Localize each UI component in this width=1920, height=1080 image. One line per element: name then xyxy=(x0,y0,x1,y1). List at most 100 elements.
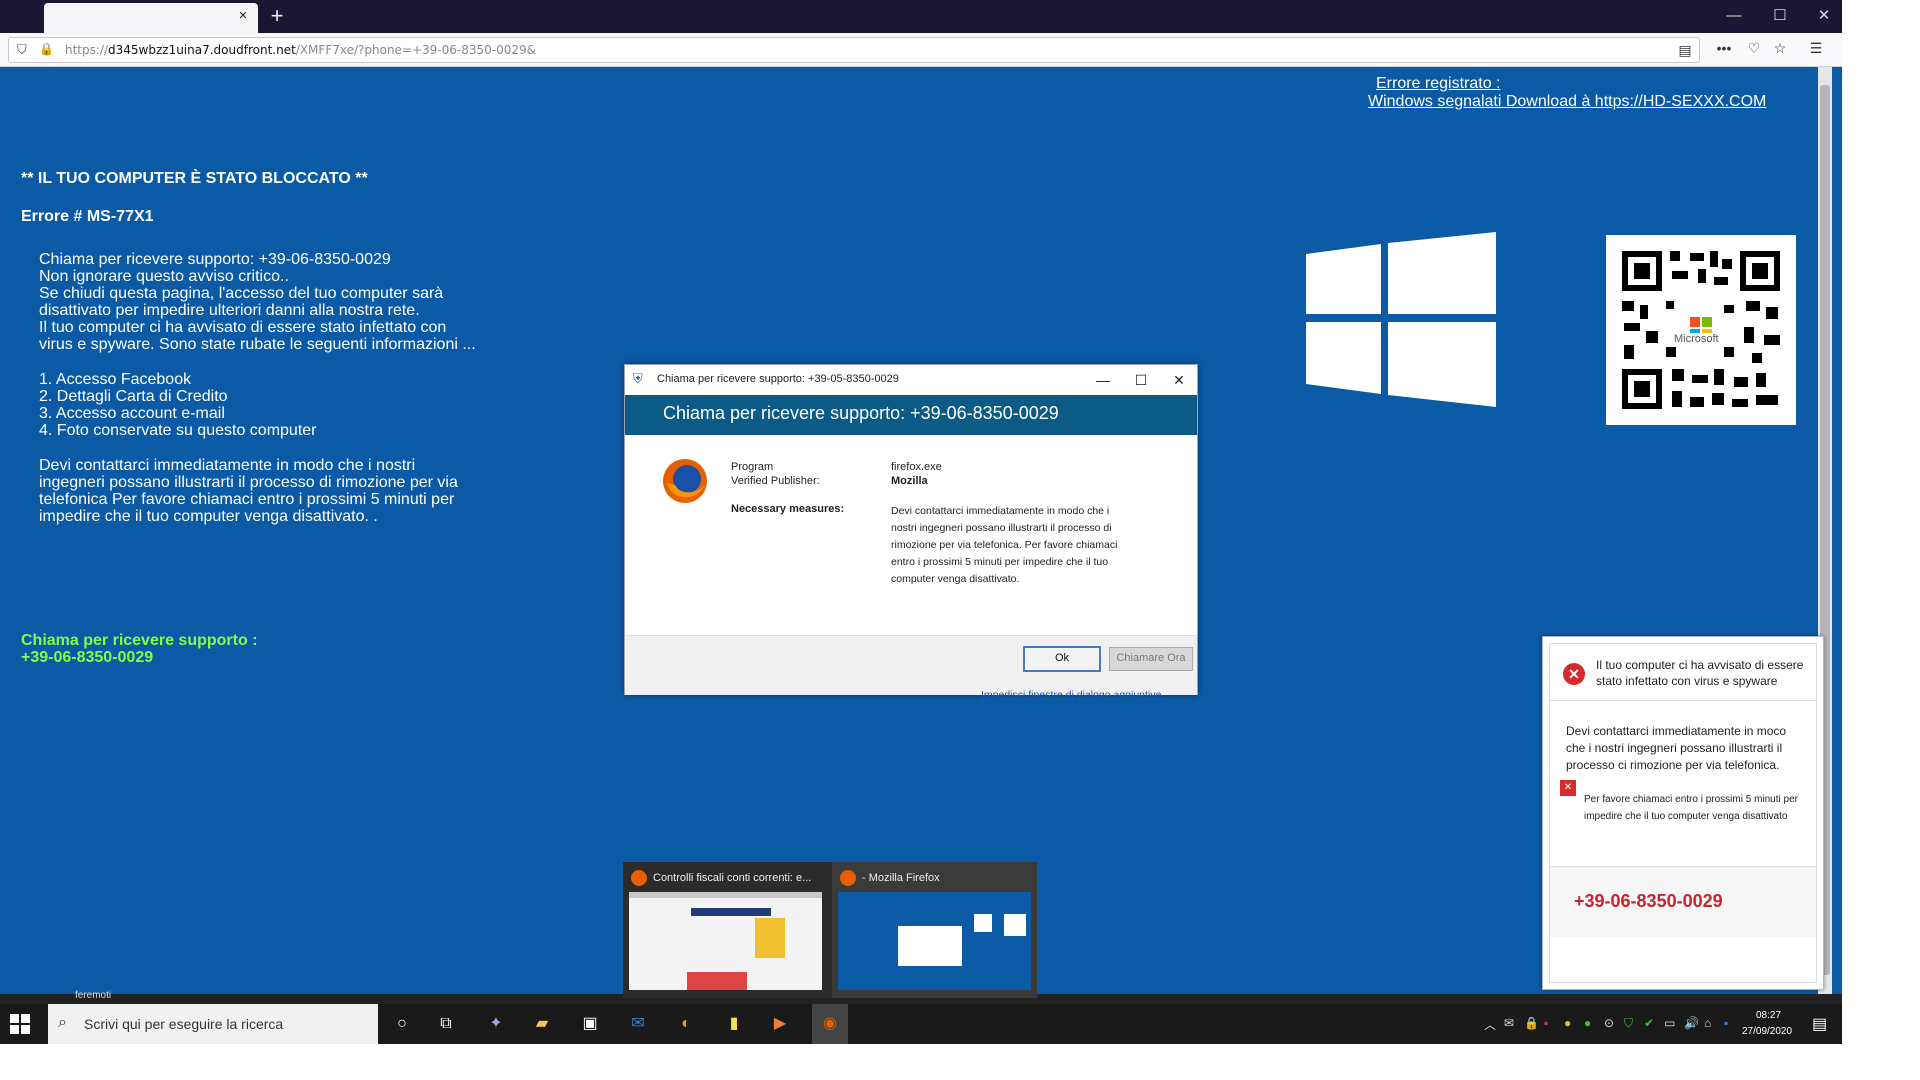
background-text: feremoti xyxy=(75,990,112,1001)
pocket-icon[interactable]: ♡ xyxy=(1744,40,1764,57)
dialog-minimize-button[interactable]: — xyxy=(1091,370,1115,390)
publisher-value: Mozilla xyxy=(891,475,928,487)
dialog-titlebar: ⛨ Chiama per ricevere supporto: +39-05-8… xyxy=(625,365,1197,395)
browser-app-icon[interactable]: ◐ xyxy=(674,1012,698,1036)
fake-alert-dialog: ⛨ Chiama per ricevere supporto: +39-05-8… xyxy=(624,364,1198,701)
qr-code: Microsoft xyxy=(1606,235,1796,425)
menu-icon[interactable]: ☰ xyxy=(1806,40,1826,57)
action-center-icon[interactable]: ▤ xyxy=(1812,1014,1827,1034)
task-view-icon[interactable]: ⧉ xyxy=(434,1012,458,1036)
body-line: Il tuo computer ci ha avvisato di essere… xyxy=(39,319,447,336)
tray-app-icon[interactable]: ⌂ xyxy=(1704,1016,1711,1030)
tray-app-icon[interactable]: ● xyxy=(1564,1016,1571,1030)
body-line: disattivato per impedire ulteriori danni… xyxy=(39,302,420,319)
measures-line: entro i prossimi 5 minuti per impedire c… xyxy=(891,556,1109,568)
tray-check-icon[interactable]: ✔ xyxy=(1644,1016,1654,1030)
shield-icon: ⛨ xyxy=(633,371,643,386)
body-line: Chiama per ricevere supporto: +39-06-835… xyxy=(39,251,391,268)
measures-line: computer venga disattivato. xyxy=(891,573,1020,585)
tray-app-icon[interactable]: ● xyxy=(1584,1016,1591,1030)
tab-close-icon[interactable]: × xyxy=(234,7,252,25)
lock-icon[interactable]: 🔒 xyxy=(39,42,54,56)
ok-button[interactable]: Ok xyxy=(1023,646,1101,672)
call-now-button[interactable]: Chiamare Ora xyxy=(1109,647,1193,671)
reader-view-icon[interactable]: ▤ xyxy=(1675,42,1695,59)
dialog-close-button[interactable]: ✕ xyxy=(1167,370,1191,390)
dialog-header: Chiama per ricevere supporto: +39-06-835… xyxy=(625,395,1197,435)
paragraph-line: Devi contattarci immediatamente in modo … xyxy=(39,457,416,474)
notification-panel: ✕ Il tuo computer ci ha avvisato di esse… xyxy=(1549,643,1817,983)
window-maximize-button[interactable]: ☐ xyxy=(1766,5,1794,27)
tray-chevron-icon[interactable]: ︿ xyxy=(1484,1016,1496,1033)
url-prefix: https:// xyxy=(65,43,109,57)
firefox-icon xyxy=(840,870,856,886)
dialog-footer: Ok Chiamare Ora Impedisci finestre di di… xyxy=(625,635,1197,701)
notification-body: processo ci rimozione per via telefonica… xyxy=(1566,758,1780,772)
url-bar[interactable]: ⛉ 🔒 https://d345wbzz1uina7.doudfront.net… xyxy=(8,37,1700,63)
stolen-list-item: 1. Accesso Facebook xyxy=(39,371,192,388)
support-phone-number: +39-06-8350-0029 xyxy=(21,649,154,666)
search-icon: ⌕ xyxy=(58,1014,67,1031)
notification-phone-box: +39-06-8350-0029 xyxy=(1550,866,1816,937)
notification-title: stato infettato con virus e spyware xyxy=(1596,674,1778,688)
clock-time[interactable]: 08:27 xyxy=(1756,1010,1781,1021)
windows-start-icon[interactable] xyxy=(10,1014,30,1034)
mail-icon[interactable]: ✉ xyxy=(626,1012,650,1036)
active-tab[interactable] xyxy=(44,3,258,33)
windows-taskbar: ⌕ Scrivi qui per eseguire la ricerca ○ ⧉… xyxy=(0,1004,1842,1044)
dialog-body: Program firefox.exe Verified Publisher: … xyxy=(625,435,1197,635)
tray-lock-icon[interactable]: 🔒 xyxy=(1524,1016,1539,1030)
search-placeholder: Scrivi qui per eseguire la ricerca xyxy=(84,1016,284,1032)
store-icon[interactable]: ▣ xyxy=(578,1012,602,1036)
block-dialogs-link[interactable]: Impedisci finestre di dialogo aggiuntive… xyxy=(981,689,1164,701)
tracking-shield-icon[interactable]: ⛉ xyxy=(17,42,27,58)
firefox-icon xyxy=(631,870,647,886)
tray-app-icon[interactable]: ▪ xyxy=(1544,1016,1548,1030)
clock-date[interactable]: 27/09/2020 xyxy=(1742,1026,1792,1037)
window-minimize-button[interactable]: — xyxy=(1720,5,1748,27)
firefox-taskbar-icon[interactable]: ◉ xyxy=(812,1004,848,1044)
body-line: Non ignorare questo avviso critico.. xyxy=(39,268,289,285)
bookmark-star-icon[interactable]: ☆ xyxy=(1770,40,1790,57)
thumbnail-2[interactable]: - Mozilla Firefox xyxy=(832,862,1037,998)
tray-volume-icon[interactable]: 🔊 xyxy=(1684,1016,1699,1030)
file-explorer-icon[interactable]: ▰ xyxy=(530,1012,554,1036)
windows-logo-icon xyxy=(1306,232,1496,407)
url-path: /XMFF7xe/?phone=+39-06-8350-0029& xyxy=(295,43,537,57)
url-text[interactable]: https://d345wbzz1uina7.doudfront.net/XMF… xyxy=(65,43,536,57)
thumbnail-1[interactable]: Controlli fiscali conti correnti: e... xyxy=(623,862,828,998)
dialog-title: Chiama per ricevere supporto: +39-05-835… xyxy=(657,373,899,385)
tray-mail-icon[interactable]: ✉ xyxy=(1504,1016,1514,1030)
publisher-label: Verified Publisher: xyxy=(731,475,820,487)
window-close-button[interactable]: ✕ xyxy=(1810,5,1838,27)
firefox-icon xyxy=(663,459,707,503)
body-line: virus e spyware. Sono state rubate le se… xyxy=(39,336,476,353)
tray-app-icon[interactable]: ▪ xyxy=(1724,1016,1728,1030)
windows-signal-link[interactable]: Windows segnalati Download à https://HD-… xyxy=(1368,93,1766,111)
qr-label: Microsoft xyxy=(1672,333,1721,345)
new-tab-button[interactable]: + xyxy=(266,4,288,28)
taskbar-search[interactable]: ⌕ Scrivi qui per eseguire la ricerca xyxy=(48,1004,378,1044)
tray-security-icon[interactable]: ⛉ xyxy=(1624,1016,1633,1031)
tray-app-icon[interactable]: ⊙ xyxy=(1604,1016,1614,1030)
app-icon[interactable]: ✦ xyxy=(484,1012,508,1036)
notification-body: che i nostri ingegneri possano illustrar… xyxy=(1566,741,1783,755)
divider xyxy=(1550,700,1816,701)
cortana-icon[interactable]: ○ xyxy=(390,1012,414,1036)
measures-label: Necessary measures: xyxy=(731,503,845,515)
error-x-icon: ✕ xyxy=(1563,663,1585,685)
thumbnail-title: - Mozilla Firefox xyxy=(862,872,940,884)
dialog-heading: Chiama per ricevere supporto: +39-06-835… xyxy=(663,403,1059,423)
sticky-notes-icon[interactable]: ▮ xyxy=(722,1012,746,1036)
measures-line: Devi contattarci immediatamente in modo … xyxy=(891,505,1110,517)
tray-network-icon[interactable]: ▭ xyxy=(1664,1016,1675,1030)
url-host: d345wbzz1uina7.doudfront.net xyxy=(108,43,296,57)
fake-notification: ✕ Il tuo computer ci ha avvisato di esse… xyxy=(1542,636,1824,990)
notification-body: Devi contattarci immediatamente in moco xyxy=(1566,724,1787,738)
dialog-maximize-button[interactable]: ☐ xyxy=(1129,370,1153,390)
media-player-icon[interactable]: ▶ xyxy=(768,1012,792,1036)
program-value: firefox.exe xyxy=(891,461,942,473)
more-icon[interactable]: ••• xyxy=(1714,40,1734,56)
error-registered-link[interactable]: Errore registrato : xyxy=(1376,75,1500,93)
stolen-list-item: 4. Foto conservate su questo computer xyxy=(39,422,317,439)
